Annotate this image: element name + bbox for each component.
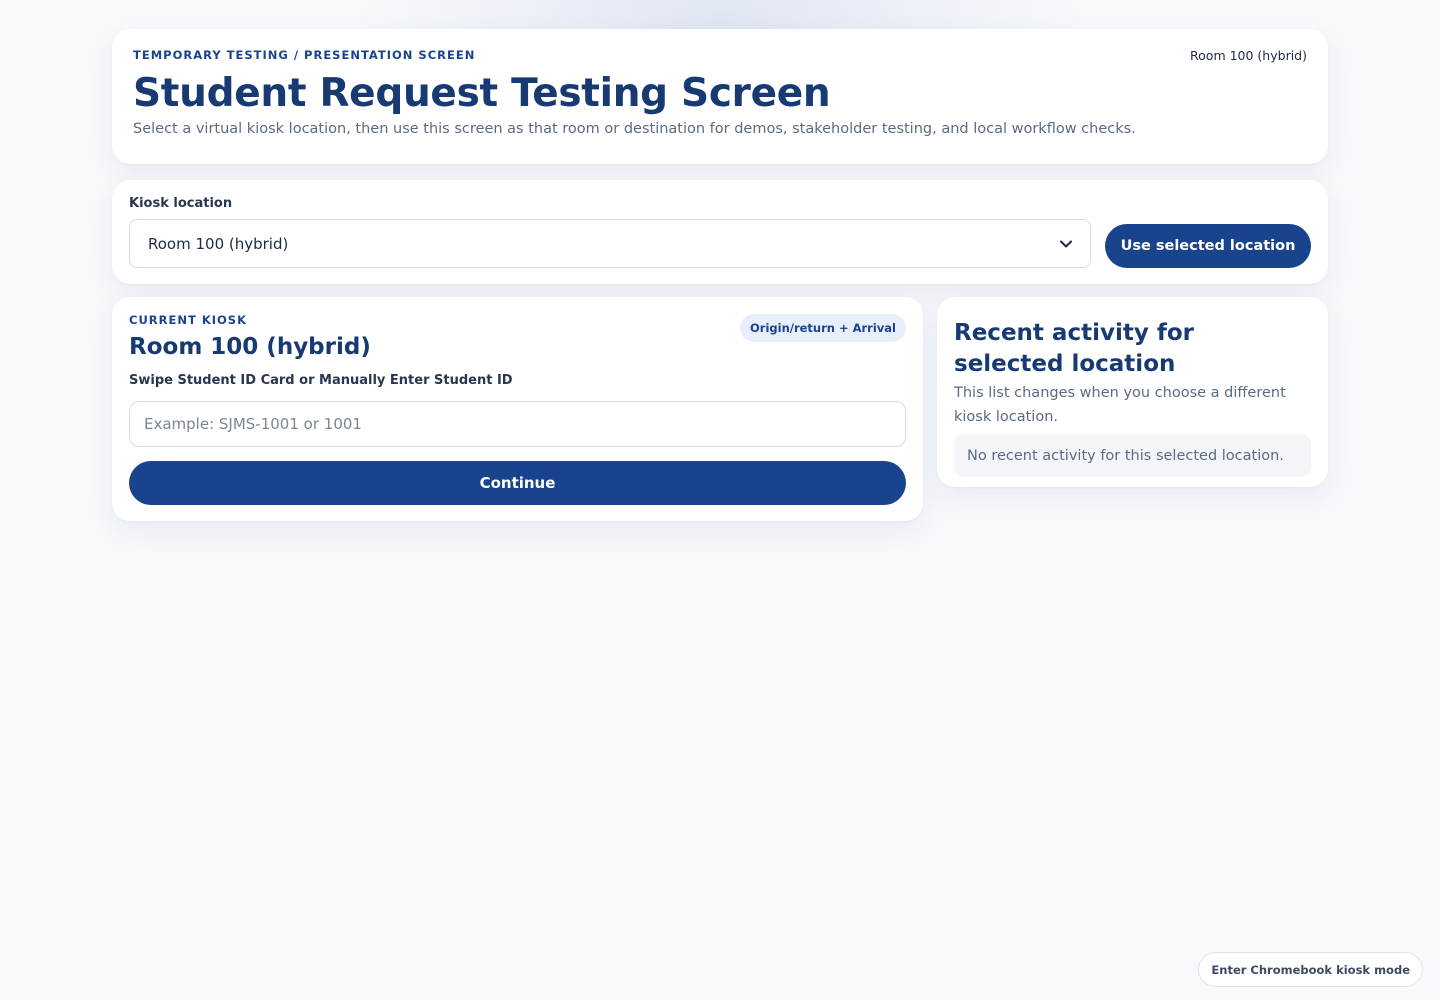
current-kiosk-card: CURRENT KIOSK Room 100 (hybrid) Origin/r… [112,297,923,521]
page-title: Student Request Testing Screen [133,71,831,116]
page-subtitle: Select a virtual kiosk location, then us… [133,121,1136,137]
kiosk-location-selected-value: Room 100 (hybrid) [148,234,289,253]
continue-button[interactable]: Continue [129,461,906,505]
kiosk-mode-badge: Origin/return + Arrival [740,314,906,342]
student-id-label: Swipe Student ID Card or Manually Enter … [129,373,513,388]
enter-kiosk-mode-button[interactable]: Enter Chromebook kiosk mode [1198,952,1423,987]
kiosk-location-select[interactable]: Room 100 (hybrid) [129,219,1091,268]
current-location-label: Room 100 (hybrid) [1190,48,1307,63]
main-row: CURRENT KIOSK Room 100 (hybrid) Origin/r… [112,297,1328,521]
page-container: TEMPORARY TESTING / PRESENTATION SCREEN … [112,29,1328,521]
header-eyebrow: TEMPORARY TESTING / PRESENTATION SCREEN [133,48,476,62]
recent-activity-empty-state: No recent activity for this selected loc… [954,434,1311,477]
kiosk-location-label: Kiosk location [129,196,233,211]
header-card: TEMPORARY TESTING / PRESENTATION SCREEN … [112,29,1328,164]
location-picker-card: Kiosk location Room 100 (hybrid) Use sel… [112,180,1328,284]
recent-activity-subtitle: This list changes when you choose a diff… [954,385,1286,425]
use-selected-location-button[interactable]: Use selected location [1105,224,1311,268]
chevron-down-icon [1060,237,1072,251]
student-id-input[interactable] [129,401,906,447]
recent-activity-title: Recent activity for selected location [954,320,1194,377]
recent-activity-card: Recent activity for selected location Th… [937,297,1328,487]
